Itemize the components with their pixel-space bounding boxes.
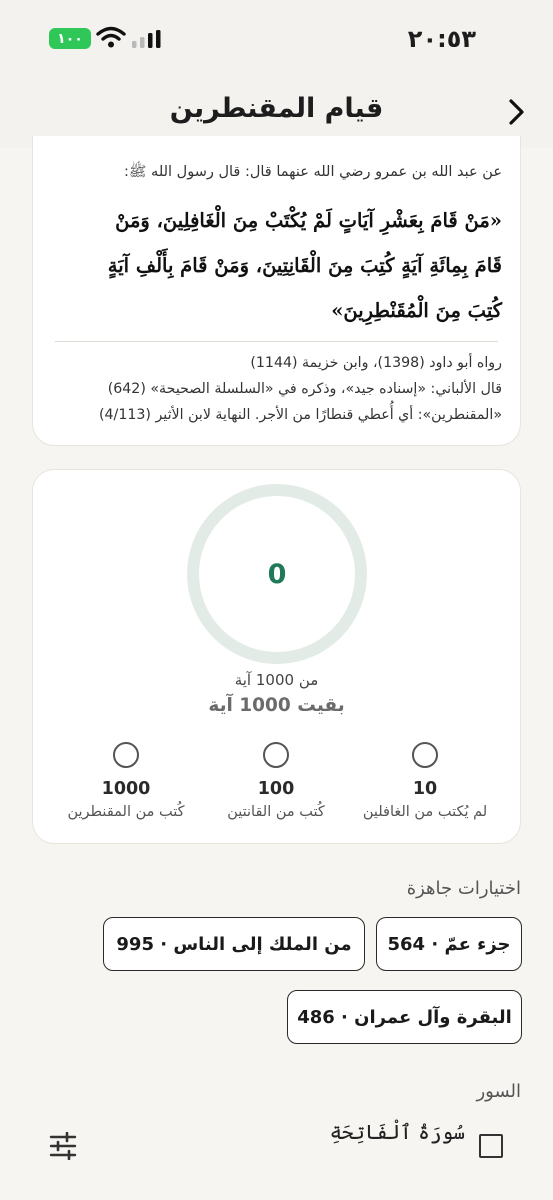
hadith-card: عن عبد الله بن عمرو رضي الله عنهما قال: … bbox=[32, 136, 521, 446]
hadith-line: قَامَ بِمِائَةِ آيَةٍ كُتِبَ مِنَ الْقَا… bbox=[107, 254, 502, 277]
hadith-intro: عن عبد الله بن عمرو رضي الله عنهما قال: … bbox=[124, 164, 502, 180]
reference-line: «المقنطرين»: أي أُعطي قنطارًا من الأجر. … bbox=[98, 407, 502, 423]
surahs-title: السور bbox=[476, 1081, 521, 1102]
battery-indicator: ١٠٠ bbox=[49, 28, 91, 49]
preset-baqarah-imran-button[interactable]: البقرة وآل عمران · 486 bbox=[287, 990, 522, 1044]
progress-remaining: بقيت 1000 آية bbox=[208, 695, 345, 716]
milestone-100: 100 كُتب من القانتين bbox=[201, 742, 351, 820]
page-title: قيام المقنطرين bbox=[169, 93, 384, 124]
presets-title: اختيارات جاهزة bbox=[406, 878, 521, 899]
milestone-number: 1000 bbox=[101, 779, 151, 799]
reference-line: قال الألباني: «إسناده جيد»، وذكره في «ال… bbox=[107, 381, 502, 397]
milestone-label: لم يُكتب من الغافلين bbox=[362, 804, 488, 820]
progress-card: 0 من 1000 آية بقيت 1000 آية 10 لم يُكتب … bbox=[32, 469, 521, 844]
signal-icon bbox=[132, 30, 161, 48]
milestone-number: 10 bbox=[412, 779, 438, 799]
progress-total: من 1000 آية bbox=[234, 671, 319, 689]
progress-count: 0 bbox=[267, 558, 287, 590]
preset-mulk-to-nas-button[interactable]: من الملك إلى الناس · 995 bbox=[103, 917, 365, 971]
milestone-radio bbox=[263, 742, 289, 768]
surah-checkbox[interactable] bbox=[479, 1134, 503, 1158]
status-bar: ١٠٠ ٢٠:٥٣ bbox=[0, 0, 553, 76]
status-time: ٢٠:٥٣ bbox=[407, 25, 476, 53]
milestone-label: كُتب من المقنطرين bbox=[67, 804, 185, 820]
divider bbox=[55, 341, 498, 342]
reference-line: رواه أبو داود (1398)، وابن خزيمة (1144) bbox=[250, 355, 502, 371]
milestone-label: كُتب من القانتين bbox=[227, 804, 325, 820]
wifi-icon bbox=[96, 26, 126, 48]
hadith-references: رواه أبو داود (1398)، وابن خزيمة (1144) … bbox=[99, 350, 502, 428]
hadith-text: «مَنْ قَامَ بِعَشْرِ آيَاتٍ لَمْ يُكْتَب… bbox=[47, 198, 502, 333]
sliders-icon[interactable] bbox=[48, 1132, 78, 1160]
surah-name: سُورَةُ ٱلْفَاتِحَةِ bbox=[329, 1120, 465, 1144]
app-screen: ١٠٠ ٢٠:٥٣ قيام المقنطرين عن عبد الله بن … bbox=[0, 0, 553, 1200]
milestone-radio bbox=[412, 742, 438, 768]
chevron-right-icon[interactable] bbox=[501, 96, 531, 128]
hadith-line: «مَنْ قَامَ بِعَشْرِ آيَاتٍ لَمْ يُكْتَب… bbox=[115, 209, 502, 232]
milestone-number: 100 bbox=[257, 779, 295, 799]
milestone-1000: 1000 كُتب من المقنطرين bbox=[51, 742, 201, 820]
milestone-radio bbox=[113, 742, 139, 768]
milestone-10: 10 لم يُكتب من الغافلين bbox=[350, 742, 500, 820]
hadith-line: كُتِبَ مِنَ الْمُقَنْطِرِينَ» bbox=[331, 299, 502, 322]
preset-juz-amma-button[interactable]: جزء عمّ · 564 bbox=[376, 917, 522, 971]
